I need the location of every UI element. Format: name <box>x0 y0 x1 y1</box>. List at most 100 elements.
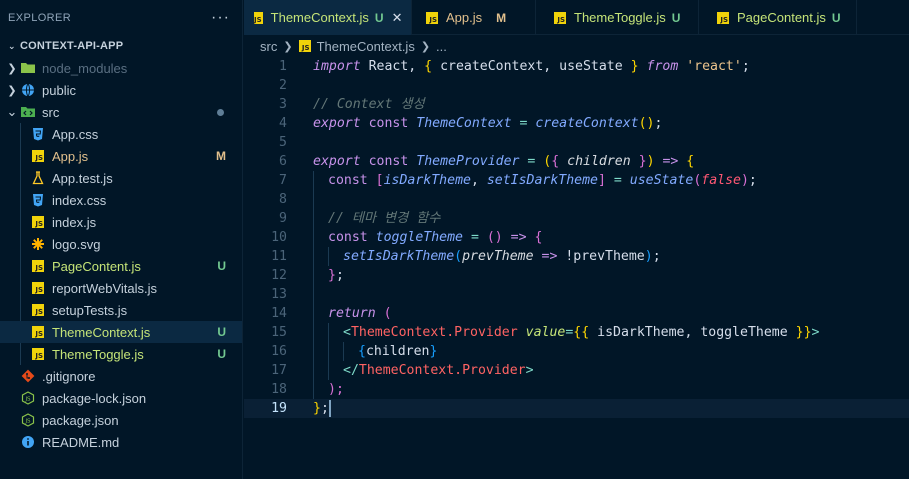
folder-src-icon <box>20 104 36 120</box>
tree-item-page-content-js[interactable]: JS PageContent.js U <box>0 255 242 277</box>
chevron-right-icon: ❯ <box>7 84 17 97</box>
tree-item-node-modules[interactable]: ❯ node_modules <box>0 57 242 79</box>
line-number: 4 <box>279 116 287 131</box>
tree-item-app-test-js[interactable]: App.test.js <box>0 167 242 189</box>
tree-item-label: node_modules <box>42 60 128 76</box>
code-line: 9 // 테마 변경 함수 <box>244 209 909 228</box>
breadcrumb-symbol[interactable]: ... <box>436 39 447 54</box>
tree-item-theme-context-js[interactable]: JS ThemeContext.js U <box>0 321 242 343</box>
js-file-icon: JS <box>30 258 46 274</box>
code-line: 10 const toggleTheme = () => { <box>244 228 909 247</box>
tree-item-app-js[interactable]: JS App.js M <box>0 145 242 167</box>
tree-item-package-lock-json[interactable]: JS package-lock.json <box>0 387 242 409</box>
git-status-badge: U <box>831 10 841 25</box>
code-line: 14 return ( <box>244 304 909 323</box>
code-line: 2 <box>244 76 909 95</box>
tree-item-label: reportWebVitals.js <box>52 280 158 296</box>
src-children: App.css JS App.js M App.test.js index.cs… <box>0 123 242 365</box>
code-line: 8 <box>244 190 909 209</box>
tab-app-js[interactable]: JS App.js M <box>412 0 536 35</box>
code-line: 1 import React, { createContext, useState… <box>244 57 909 76</box>
tree-item-index-js[interactable]: JS index.js <box>0 211 242 233</box>
tree-item-label: logo.svg <box>52 236 101 252</box>
code-line: 4 export const ThemeContext = createConte… <box>244 114 909 133</box>
line-content: {children} <box>358 344 438 359</box>
line-content: }; <box>313 399 331 417</box>
tree-item-logo-svg[interactable]: logo.svg <box>0 233 242 255</box>
code-line: 16 {children} <box>244 342 909 361</box>
code-line: 5 <box>244 133 909 152</box>
line-number: 12 <box>271 268 287 283</box>
breadcrumb-file[interactable]: ThemeContext.js <box>317 39 415 54</box>
code-editor[interactable]: 1 import React, { createContext, useState… <box>244 57 909 479</box>
js-file-icon: JS <box>30 302 46 318</box>
git-status-badge: U <box>217 325 226 339</box>
project-name: CONTEXT-API-APP <box>20 40 124 52</box>
tree-item-label: App.js <box>52 148 89 164</box>
svg-file-icon <box>30 236 46 252</box>
tree-item-label: ThemeContext.js <box>52 324 151 340</box>
tree-item-report-web-vitals-js[interactable]: JS reportWebVitals.js <box>0 277 242 299</box>
tree-item-label: index.css <box>52 192 107 208</box>
close-icon[interactable]: ✕ <box>392 10 403 26</box>
indent-guide <box>313 342 314 361</box>
chevron-right-icon: ❯ <box>7 62 17 75</box>
project-section-header[interactable]: ⌄ CONTEXT-API-APP <box>0 35 242 57</box>
line-number: 18 <box>271 382 287 397</box>
tree-item-theme-toggle-js[interactable]: JS ThemeToggle.js U <box>0 343 242 365</box>
line-content: // Context 생성 <box>313 97 425 112</box>
code-line: 7 const [isDarkTheme, setIsDarkTheme] = u… <box>244 171 909 190</box>
indent-guide <box>313 285 314 304</box>
line-content: const toggleTheme = () => { <box>328 230 543 245</box>
css-file-icon <box>30 192 46 208</box>
line-number: 3 <box>279 97 287 112</box>
code-line: 15 <ThemeContext.Provider value={{ isDark… <box>244 323 909 342</box>
tab-theme-context-js[interactable]: JS ThemeContext.js U ✕ <box>244 0 412 35</box>
folder-node-icon <box>20 60 36 76</box>
more-actions-icon[interactable]: ··· <box>211 9 230 27</box>
indent-guide <box>328 361 329 380</box>
indent-guide <box>328 247 329 266</box>
line-number: 7 <box>279 173 287 188</box>
tree-item-index-css[interactable]: index.css <box>0 189 242 211</box>
file-tree: ❯ node_modules ❯ public ⌄ src App.css JS… <box>0 57 242 453</box>
indent-guide <box>343 342 344 361</box>
line-content: ); <box>328 382 344 397</box>
line-content: return ( <box>328 306 392 321</box>
tree-item-public[interactable]: ❯ public <box>0 79 242 101</box>
breadcrumb-folder[interactable]: src <box>260 39 277 54</box>
tree-item-readme-md[interactable]: README.md <box>0 431 242 453</box>
line-number: 2 <box>279 78 287 93</box>
test-flask-icon <box>30 170 46 186</box>
git-status-badge: U <box>217 347 226 361</box>
tree-item-label: public <box>42 82 76 98</box>
nodejs-icon: JS <box>20 412 36 428</box>
editor-tabs: JS ThemeContext.js U ✕ JS App.js M JS Th… <box>244 0 909 35</box>
tree-item-setup-tests-js[interactable]: JS setupTests.js <box>0 299 242 321</box>
line-number: 15 <box>271 325 287 340</box>
tree-item-app-css[interactable]: App.css <box>0 123 242 145</box>
git-status-badge: U <box>671 10 681 25</box>
tree-item-src[interactable]: ⌄ src <box>0 101 242 123</box>
line-content: const [isDarkTheme, setIsDarkTheme] = us… <box>328 173 757 188</box>
indent-guide <box>313 190 314 209</box>
git-status-badge: U <box>217 259 226 273</box>
explorer-title: EXPLORER <box>8 11 72 24</box>
tab-theme-toggle-js[interactable]: JS ThemeToggle.js U <box>536 0 699 35</box>
svg-text:JS: JS <box>24 419 31 425</box>
indent-guide <box>328 342 329 361</box>
text-cursor <box>328 399 331 417</box>
git-icon <box>20 368 36 384</box>
js-file-icon: JS <box>298 40 311 52</box>
tree-item-gitignore[interactable]: .gitignore <box>0 365 242 387</box>
line-content: </ThemeContext.Provider> <box>343 363 534 378</box>
js-file-icon: JS <box>254 11 263 24</box>
indent-guide <box>313 304 314 323</box>
tab-page-content-js[interactable]: JS PageContent.js U <box>699 0 857 35</box>
svg-text:JS: JS <box>24 397 31 403</box>
tree-item-package-json[interactable]: JS package.json <box>0 409 242 431</box>
chevron-down-icon: ⌄ <box>6 104 18 119</box>
folder-public-icon <box>20 82 36 98</box>
chevron-right-icon: ❯ <box>283 40 293 53</box>
js-file-icon: JS <box>30 148 46 164</box>
